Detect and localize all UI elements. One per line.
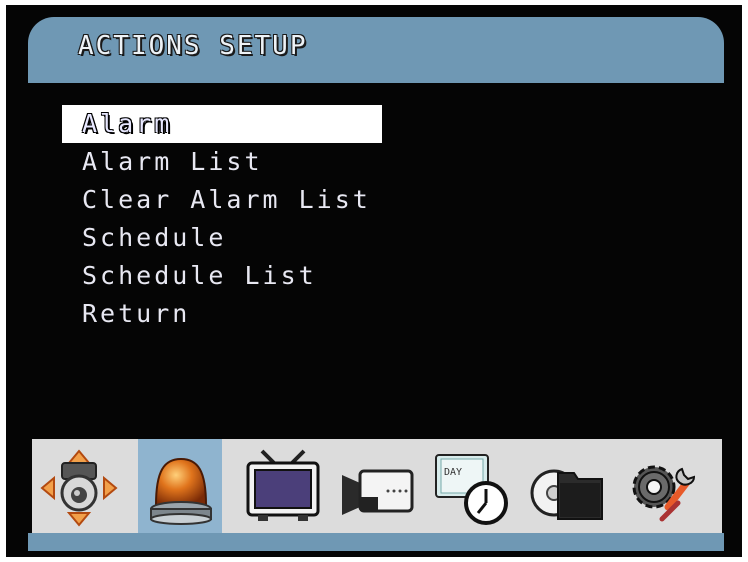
toolbar-schedule[interactable]: DAY — [428, 439, 512, 533]
menu-item-alarm[interactable]: Alarm — [62, 105, 382, 143]
page-title: ACTIONS SETUP — [78, 31, 308, 61]
toolbar-storage[interactable] — [524, 439, 608, 533]
schedule-clock-icon: DAY — [435, 454, 508, 525]
camera-icon — [342, 469, 414, 515]
toolbar-display[interactable] — [240, 439, 324, 533]
ptz-camera-icon — [40, 449, 118, 527]
menu-item-return[interactable]: Return — [62, 295, 382, 333]
title-bar: ACTIONS SETUP — [28, 17, 724, 83]
menu-item-schedule-list[interactable]: Schedule List — [62, 257, 382, 295]
schedule-day-label: DAY — [444, 467, 462, 478]
dvr-screen: ACTIONS SETUP Alarm Alarm List Clear Ala… — [6, 5, 742, 557]
icon-toolbar: DAY — [32, 439, 722, 533]
monitor-tv-icon — [246, 449, 320, 521]
actions-menu: Alarm Alarm List Clear Alarm List Schedu… — [62, 105, 382, 333]
menu-item-clear-alarm-list[interactable]: Clear Alarm List — [62, 181, 382, 219]
menu-item-alarm-list[interactable]: Alarm List — [62, 143, 382, 181]
menu-item-schedule[interactable]: Schedule — [62, 219, 382, 257]
toolbar-camera[interactable] — [334, 439, 418, 533]
toolbar-alarm[interactable] — [138, 439, 222, 533]
alarm-beacon-icon — [150, 457, 212, 525]
disk-folder-icon — [530, 469, 603, 520]
toolbar-system[interactable] — [620, 439, 704, 533]
toolbar-ptz[interactable] — [36, 439, 120, 533]
bottom-bar — [28, 533, 724, 551]
system-settings-icon — [632, 465, 696, 522]
